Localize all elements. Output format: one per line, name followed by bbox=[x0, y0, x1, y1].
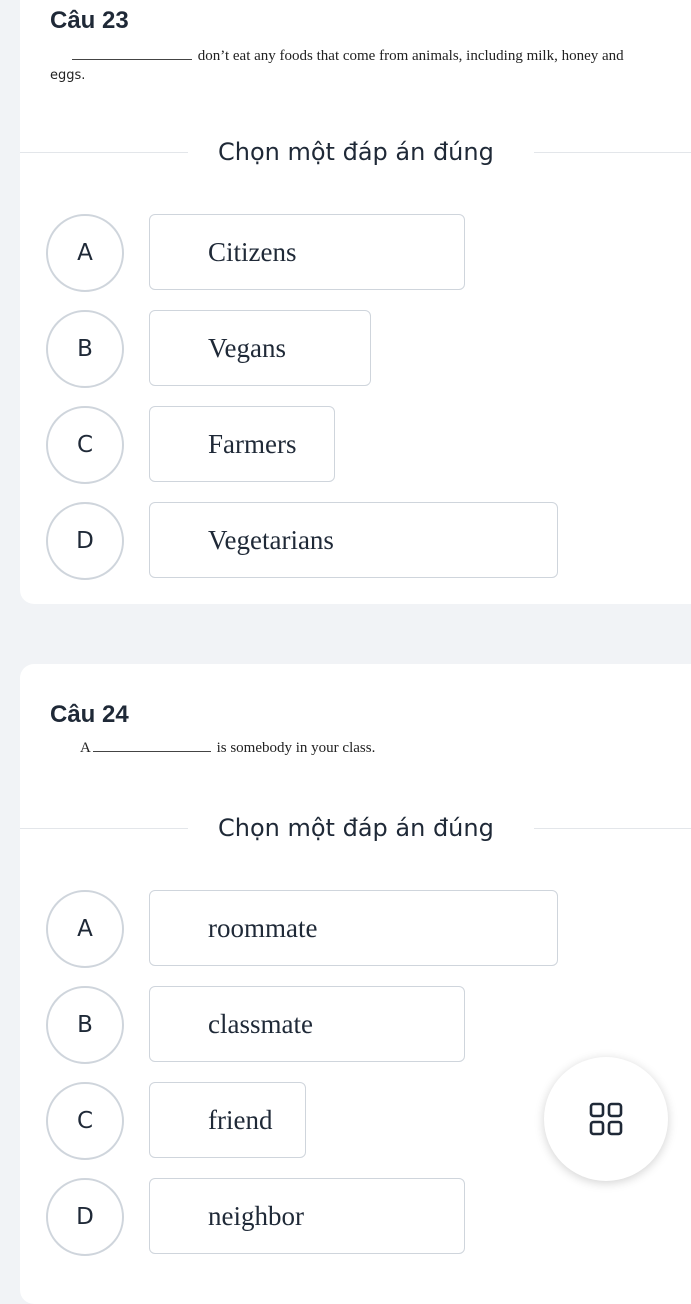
option-c-answer[interactable]: Farmers bbox=[149, 406, 335, 482]
question-text: don’t eat any foods that come from anima… bbox=[50, 47, 669, 65]
option-b-answer[interactable]: Vegans bbox=[149, 310, 371, 386]
option-c-circle[interactable]: C bbox=[46, 406, 124, 484]
option-a-circle[interactable]: A bbox=[46, 214, 124, 292]
instruction-divider: Chọn một đáp án đúng bbox=[20, 813, 691, 843]
option-b-circle[interactable]: B bbox=[46, 310, 124, 388]
option-c-circle[interactable]: C bbox=[46, 1082, 124, 1160]
option-c-text: friend bbox=[208, 1104, 273, 1135]
answer-blank bbox=[72, 59, 192, 60]
option-a-answer[interactable]: roommate bbox=[149, 890, 558, 966]
option-b-text: Vegans bbox=[208, 332, 286, 363]
instruction-divider: Chọn một đáp án đúng bbox=[20, 137, 691, 167]
option-d-circle[interactable]: D bbox=[46, 1178, 124, 1256]
option-d-text: Vegetarians bbox=[208, 524, 334, 555]
option-a-text: roommate bbox=[208, 912, 318, 943]
option-a-answer[interactable]: Citizens bbox=[149, 214, 465, 290]
question-text: A is somebody in your class. bbox=[50, 739, 669, 757]
question-title: Câu 23 bbox=[50, 7, 129, 34]
question-title: Câu 24 bbox=[50, 701, 129, 728]
question-text-line2: eggs. bbox=[50, 68, 86, 83]
divider-line bbox=[20, 152, 188, 153]
option-b-text: classmate bbox=[208, 1008, 313, 1039]
option-c-text: Farmers bbox=[208, 428, 297, 459]
divider-line bbox=[534, 152, 691, 153]
option-d-text: neighbor bbox=[208, 1200, 304, 1231]
question-card: Câu 23 don’t eat any foods that come fro… bbox=[20, 0, 691, 604]
divider-line bbox=[534, 828, 691, 829]
instruction-label: Chọn một đáp án đúng bbox=[218, 138, 494, 166]
instruction-label: Chọn một đáp án đúng bbox=[218, 814, 494, 842]
option-b-answer[interactable]: classmate bbox=[149, 986, 465, 1062]
question-text-before: A bbox=[80, 740, 91, 756]
answer-blank bbox=[92, 751, 211, 752]
option-d-answer[interactable]: neighbor bbox=[149, 1178, 465, 1254]
question-card: Câu 24 A is somebody in your class. Chọn… bbox=[20, 664, 691, 1304]
option-a-circle[interactable]: A bbox=[46, 890, 124, 968]
question-grid-button[interactable] bbox=[544, 1057, 668, 1181]
grid-icon bbox=[589, 1102, 623, 1136]
divider-line bbox=[20, 828, 188, 829]
question-text-after: don’t eat any foods that come from anima… bbox=[197, 48, 624, 64]
option-b-circle[interactable]: B bbox=[46, 986, 124, 1064]
option-c-answer[interactable]: friend bbox=[149, 1082, 306, 1158]
question-text-after: is somebody in your class. bbox=[216, 740, 376, 756]
option-d-answer[interactable]: Vegetarians bbox=[149, 502, 558, 578]
option-d-circle[interactable]: D bbox=[46, 502, 124, 580]
option-a-text: Citizens bbox=[208, 236, 297, 267]
